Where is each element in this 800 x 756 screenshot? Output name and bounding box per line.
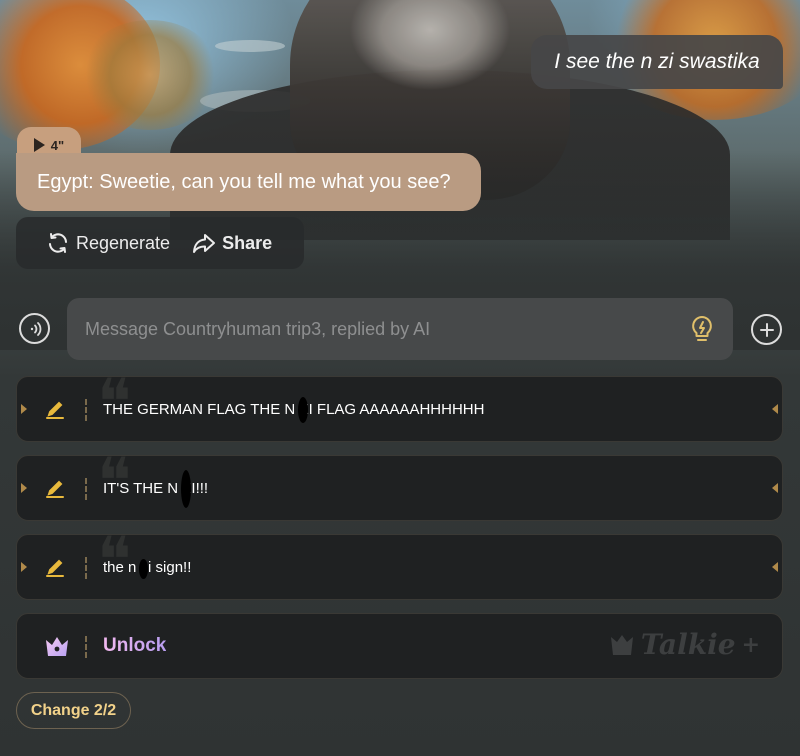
plus-icon <box>759 322 774 337</box>
card-corner-left <box>21 404 27 414</box>
pencil-icon <box>46 401 64 419</box>
share-button[interactable]: Share <box>192 231 272 255</box>
voice-input-button[interactable] <box>19 313 50 344</box>
user-message-text: I see the n zi swastika <box>554 50 760 73</box>
voice-wave-icon <box>30 321 41 336</box>
redaction-mark <box>139 559 148 579</box>
card-corner-right <box>772 404 778 414</box>
regenerate-label: Regenerate <box>76 232 171 253</box>
card-corner-right <box>772 483 778 493</box>
crown-icon <box>46 637 68 656</box>
share-icon <box>193 234 216 253</box>
user-message-bubble: I see the n zi swastika <box>531 35 783 89</box>
card-corner-right <box>772 562 778 572</box>
regenerate-button[interactable]: Regenerate <box>46 231 170 255</box>
suggestion-card[interactable]: ❝ the n zi sign!! <box>16 529 783 600</box>
ai-message-bubble: Egypt: Sweetie, can you tell me what you… <box>16 153 481 211</box>
redaction-mark <box>181 470 191 508</box>
card-corner-left <box>21 483 27 493</box>
talkie-watermark: Talkie + <box>609 628 760 661</box>
message-input-box[interactable] <box>67 298 733 360</box>
talkie-plus-mark: + <box>741 631 760 658</box>
talkie-watermark-text: Talkie <box>640 628 736 661</box>
message-actions: Regenerate Share <box>16 217 304 269</box>
unlock-card[interactable]: Unlock Talkie + <box>16 613 783 679</box>
change-suggestions-button[interactable]: Change 2/2 <box>16 692 131 729</box>
card-separator <box>85 557 89 579</box>
card-corner-left <box>21 562 27 572</box>
share-label: Share <box>222 232 273 253</box>
lightbulb-icon[interactable] <box>689 315 715 343</box>
card-separator <box>85 636 89 658</box>
redaction-mark <box>298 397 308 423</box>
suggestion-card[interactable]: ❝ THE GERMAN FLAG THE N ZI FLAG AAAAAAHH… <box>16 371 783 442</box>
suggestion-text: THE GERMAN FLAG THE N ZI FLAG AAAAAAHHHH… <box>103 400 485 418</box>
suggestion-card[interactable]: ❝ IT'S THE N ZI!!! <box>16 450 783 521</box>
card-separator <box>85 478 89 500</box>
play-icon <box>33 138 45 152</box>
regenerate-icon <box>49 233 67 253</box>
add-button[interactable] <box>751 314 782 345</box>
pencil-icon <box>46 559 64 577</box>
pencil-icon <box>46 480 64 498</box>
card-separator <box>85 399 89 421</box>
message-input[interactable] <box>83 317 683 341</box>
background-tree-left-2 <box>80 20 220 130</box>
ai-message-text: Egypt: Sweetie, can you tell me what you… <box>37 170 451 193</box>
suggestion-text: IT'S THE N ZI!!! <box>103 479 209 497</box>
background-platform-top <box>215 40 285 52</box>
unlock-label: Unlock <box>103 614 166 678</box>
talkie-logo-icon <box>610 634 633 655</box>
voice-duration: 4" <box>50 137 65 153</box>
